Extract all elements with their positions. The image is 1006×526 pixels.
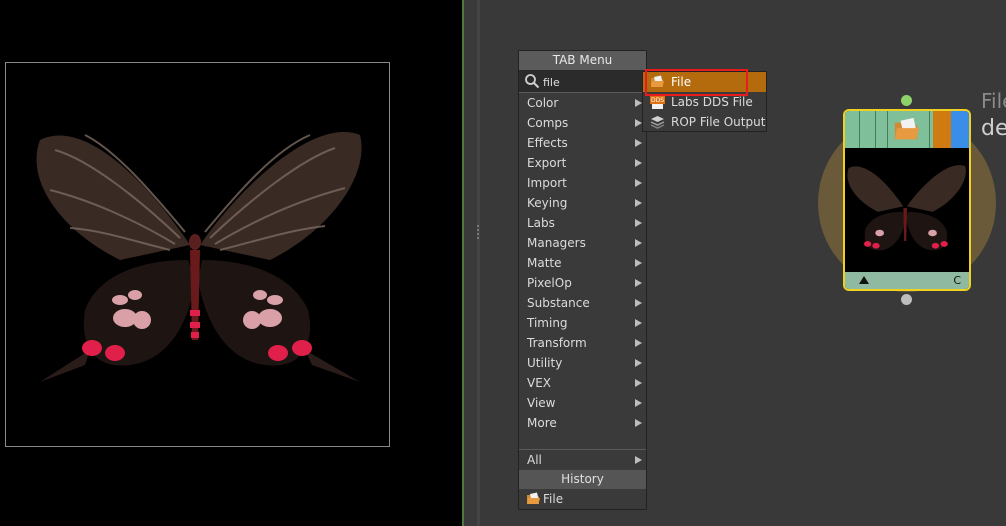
menu-item-all[interactable]: All <box>519 450 646 470</box>
menu-item-managers[interactable]: Managers <box>519 233 646 253</box>
submenu-arrow-icon <box>635 259 642 267</box>
submenu-arrow-icon <box>635 419 642 427</box>
submenu-arrow-icon <box>635 359 642 367</box>
node-name[interactable]: File1 <box>981 89 1006 113</box>
tab-menu-title: TAB Menu <box>519 51 646 70</box>
file-node[interactable]: C <box>843 109 971 291</box>
tab-search-field[interactable] <box>519 70 646 93</box>
menu-item-keying[interactable]: Keying <box>519 193 646 213</box>
triangle-up-icon[interactable] <box>859 276 869 284</box>
submenu-item-file[interactable]: File <box>643 72 766 92</box>
node-output-connector[interactable] <box>901 294 912 305</box>
history-item-file[interactable]: File <box>519 489 646 509</box>
file-folder-icon <box>527 492 540 504</box>
submenu-arrow-icon <box>635 339 642 347</box>
file-submenu[interactable]: File DDS Labs DDS File ROP File Output <box>642 71 767 132</box>
submenu-item-labs-dds-file[interactable]: DDS Labs DDS File <box>643 92 766 112</box>
submenu-arrow-icon <box>635 319 642 327</box>
dds-icon: DDS <box>650 95 665 109</box>
menu-separator <box>519 433 646 450</box>
node-footer: C <box>845 272 969 289</box>
menu-item-color[interactable]: Color <box>519 93 646 113</box>
menu-item-import[interactable]: Import <box>519 173 646 193</box>
image-viewer[interactable] <box>0 0 462 526</box>
submenu-arrow-icon <box>635 239 642 247</box>
menu-item-timing[interactable]: Timing <box>519 313 646 333</box>
submenu-arrow-icon <box>635 299 642 307</box>
header-stripe <box>887 111 888 148</box>
header-stripe <box>859 111 860 148</box>
node-header <box>845 111 969 148</box>
node-render-flag[interactable] <box>951 111 969 148</box>
category-list: Color Comps Effects Export Import Keying… <box>519 93 646 433</box>
node-description: default <box>981 116 1006 141</box>
search-icon <box>525 74 540 89</box>
menu-item-effects[interactable]: Effects <box>519 133 646 153</box>
menu-item-vex[interactable]: VEX <box>519 373 646 393</box>
menu-item-pixelop[interactable]: PixelOp <box>519 273 646 293</box>
submenu-arrow-icon <box>635 379 642 387</box>
menu-item-comps[interactable]: Comps <box>519 113 646 133</box>
tab-menu[interactable]: TAB Menu Color Comps Effects Export Impo… <box>518 50 647 510</box>
submenu-arrow-icon <box>635 159 642 167</box>
submenu-arrow-icon <box>635 199 642 207</box>
menu-item-utility[interactable]: Utility <box>519 353 646 373</box>
node-display-flag[interactable] <box>933 111 951 148</box>
submenu-arrow-icon <box>635 119 642 127</box>
menu-item-more[interactable]: More <box>519 413 646 433</box>
submenu-arrow-icon <box>635 99 642 107</box>
svg-text:DDS: DDS <box>651 97 664 104</box>
submenu-arrow-icon <box>635 456 642 464</box>
menu-item-view[interactable]: View <box>519 393 646 413</box>
node-input-connector[interactable] <box>901 95 912 106</box>
submenu-arrow-icon <box>635 179 642 187</box>
search-input[interactable] <box>541 72 645 92</box>
submenu-item-rop-file-output[interactable]: ROP File Output <box>643 112 766 132</box>
header-stripe <box>875 111 876 148</box>
node-label-area: File1 default <box>976 80 1006 150</box>
node-footer-flag: C <box>953 274 961 287</box>
pane-splitter[interactable] <box>462 0 480 526</box>
history-header: History <box>519 470 646 489</box>
butterfly-image <box>36 132 362 382</box>
submenu-arrow-icon <box>635 279 642 287</box>
menu-item-labs[interactable]: Labs <box>519 213 646 233</box>
menu-item-export[interactable]: Export <box>519 153 646 173</box>
node-thumbnail <box>845 148 969 272</box>
header-stripe <box>929 111 930 148</box>
submenu-arrow-icon <box>635 219 642 227</box>
submenu-arrow-icon <box>635 139 642 147</box>
file-folder-icon <box>894 117 920 140</box>
menu-item-substance[interactable]: Substance <box>519 293 646 313</box>
layers-icon <box>650 116 665 129</box>
menu-item-matte[interactable]: Matte <box>519 253 646 273</box>
submenu-arrow-icon <box>635 399 642 407</box>
menu-item-transform[interactable]: Transform <box>519 333 646 353</box>
file-folder-icon <box>651 75 664 87</box>
pane-divider-line <box>462 0 464 526</box>
